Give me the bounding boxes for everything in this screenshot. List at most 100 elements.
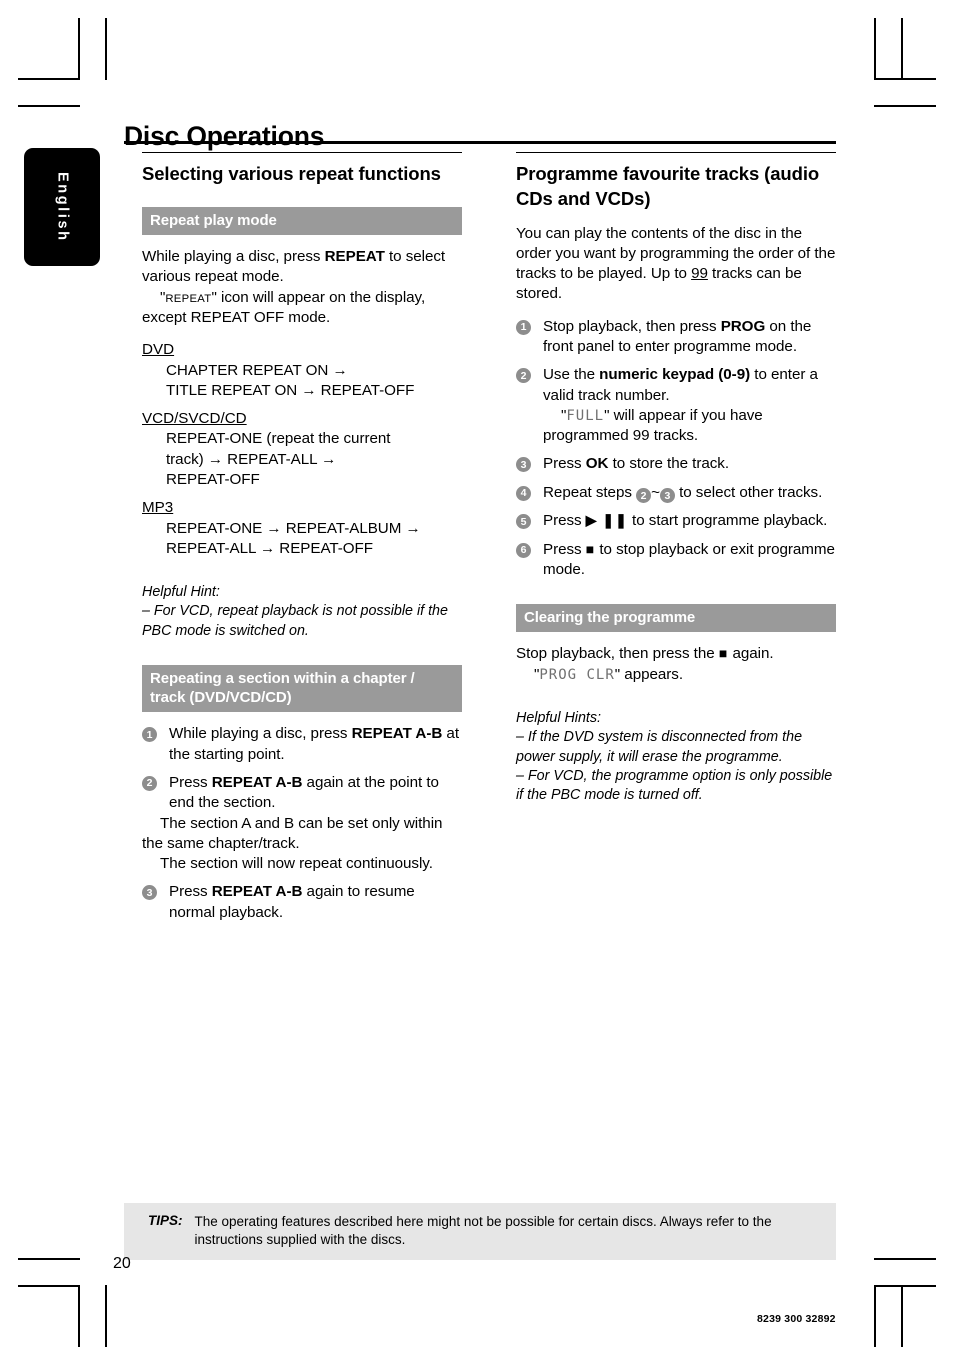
crop-mark-top-right-horizontal-2 xyxy=(874,105,936,107)
right-step-2-pre: Use the xyxy=(543,366,600,384)
step-number-badge: 6 xyxy=(516,542,531,558)
step-number-badge: 3 xyxy=(516,457,531,473)
crop-mark-top-right-horizontal xyxy=(874,78,936,80)
clearing-pre: Stop playback, then press the xyxy=(516,645,719,663)
clearing-display-post: " appears. xyxy=(614,665,683,683)
right-step-5-text: Press ▶ ❚❚ to start programme playback. xyxy=(543,511,836,531)
step-number-badge: 2 xyxy=(142,775,157,791)
right-step-5-post: to start programme playback. xyxy=(627,512,828,530)
right-hint-1: – If the DVD system is disconnected from… xyxy=(516,729,803,765)
disc-group-dvd-label: DVD xyxy=(142,341,175,359)
clearing-post: again. xyxy=(728,645,774,663)
tips-box: TIPS: The operating features described h… xyxy=(124,1203,836,1261)
max-tracks-value: 99 xyxy=(691,265,708,283)
step-reference-badge-b: 3 xyxy=(659,488,675,504)
step-range-separator: ~ xyxy=(651,483,660,501)
right-step-1-text: Stop playback, then press PROG on the fr… xyxy=(543,317,836,358)
left-step-1: 1 While playing a disc, press REPEAT A-B… xyxy=(142,724,462,765)
repeat-button-name: REPEAT xyxy=(324,248,385,266)
repeat-intro-paragraph-1: While playing a disc, press REPEAT to se… xyxy=(142,247,462,288)
left-step-2-bold: REPEAT A-B xyxy=(211,773,303,791)
disc-group-dvd: DVD CHAPTER REPEAT ON → TITLE REPEAT ON … xyxy=(142,340,462,401)
ok-button-name: OK xyxy=(585,455,609,473)
crop-mark-bottom-right-vertical-2 xyxy=(901,1285,903,1347)
repeat-intro-pre: While playing a disc, press xyxy=(142,248,325,266)
stop-icon: ■ xyxy=(585,540,596,557)
crop-mark-top-right-vertical-2 xyxy=(901,18,903,80)
left-column: Selecting various repeat functions Repea… xyxy=(142,152,462,923)
crop-mark-top-left-horizontal-2 xyxy=(18,105,80,107)
right-step-4-pre: Repeat steps xyxy=(543,483,637,501)
right-step-6: 6 Press ■ to stop playback or exit progr… xyxy=(516,540,836,581)
left-hint-body: – For VCD, repeat playback is not possib… xyxy=(142,603,448,639)
document-number: 8239 300 32892 xyxy=(757,1313,836,1325)
band-repeat-play-mode: Repeat play mode xyxy=(142,206,462,236)
left-column-top-rule xyxy=(142,152,462,154)
play-pause-icon: ▶ ❚❚ xyxy=(585,512,628,529)
repeat-intro-paragraph-2: "REPEAT" icon will appear on the display… xyxy=(142,288,462,329)
right-step-5-pre: Press xyxy=(543,512,586,530)
right-hint-2: – For VCD, the programme option is only … xyxy=(516,767,833,804)
left-step-1-bold: REPEAT A-B xyxy=(351,725,443,743)
crop-mark-bottom-left-horizontal xyxy=(18,1285,80,1287)
disc-group-mp3-line-1: REPEAT-ONE → REPEAT-ALBUM → xyxy=(166,519,421,537)
repeat-icon-label: REPEAT xyxy=(165,292,212,305)
disc-group-dvd-line-2: TITLE REPEAT ON → REPEAT-OFF xyxy=(166,381,415,399)
left-step-3-bold: REPEAT A-B xyxy=(211,883,303,901)
page-title: Disc Operations xyxy=(124,120,325,151)
step-number-badge: 3 xyxy=(142,885,157,901)
step-reference-badge-a: 2 xyxy=(636,488,652,504)
disc-group-dvd-line-1: CHAPTER REPEAT ON → xyxy=(166,361,348,379)
left-step-2-text: Press REPEAT A-B again at the point to e… xyxy=(169,773,462,814)
lcd-display-full: FULL xyxy=(566,407,605,424)
crop-mark-bottom-left-vertical-2 xyxy=(105,1285,107,1347)
clearing-instruction: Stop playback, then press the ■ again. xyxy=(516,644,836,664)
page-number: 20 xyxy=(113,1255,131,1272)
right-hint-title: Helpful Hints: xyxy=(516,710,602,727)
right-step-3-post: to store the track. xyxy=(608,455,729,473)
left-hint-title: Helpful Hint: xyxy=(142,584,220,601)
left-step-2-extra-1: The section A and B can be set only with… xyxy=(142,814,443,852)
prog-button-name: PROG xyxy=(720,317,766,335)
step-number-badge: 1 xyxy=(516,319,531,335)
crop-mark-top-right-vertical xyxy=(874,18,876,80)
band-clearing-the-programme: Clearing the programme xyxy=(516,604,836,633)
right-column: Programme favourite tracks (audio CDs an… xyxy=(516,152,836,806)
right-step-5: 5 Press ▶ ❚❚ to start programme playback… xyxy=(516,511,836,531)
left-step-2-extra-2: The section will now repeat continuously… xyxy=(160,855,433,873)
left-step-2-pre: Press xyxy=(169,773,212,791)
left-step-1-pre: While playing a disc, press xyxy=(169,725,352,743)
disc-group-mp3: MP3 REPEAT-ONE → REPEAT-ALBUM → REPEAT-A… xyxy=(142,498,462,559)
right-step-3: 3 Press OK to store the track. xyxy=(516,454,836,474)
crop-mark-bottom-left-vertical xyxy=(78,1285,80,1347)
disc-group-vcd-line-2: track) → REPEAT-ALL → xyxy=(166,450,337,468)
step-number-badge: 4 xyxy=(516,485,531,501)
disc-group-vcd: VCD/SVCD/CD REPEAT-ONE (repeat the curre… xyxy=(142,409,462,490)
left-step-3: 3 Press REPEAT A-B again to resume norma… xyxy=(142,882,462,923)
programme-intro: You can play the contents of the disc in… xyxy=(516,224,836,305)
right-step-6-text: Press ■ to stop playback or exit program… xyxy=(543,540,836,581)
step-number-badge: 2 xyxy=(516,368,531,384)
title-divider xyxy=(124,141,836,144)
lcd-display-prog-clr: PROG CLR xyxy=(539,666,615,683)
right-step-6-pre: Press xyxy=(543,540,586,558)
right-step-4: 4 Repeat steps 2 ~3 to select other track… xyxy=(516,483,836,504)
step-number-badge: 5 xyxy=(516,514,531,530)
language-tab: English xyxy=(24,148,100,266)
step-number-badge: 1 xyxy=(142,727,157,743)
disc-group-vcd-label: VCD/SVCD/CD xyxy=(142,410,247,428)
right-step-1-pre: Stop playback, then press xyxy=(543,317,721,335)
tips-text: The operating features described here mi… xyxy=(194,1214,772,1248)
right-step-3-text: Press OK to store the track. xyxy=(543,454,836,474)
tips-label: TIPS: xyxy=(148,1213,183,1228)
right-step-2-text: Use the numeric keypad (0-9) to enter a … xyxy=(543,365,836,406)
clearing-display-line: "PROG CLR" appears. xyxy=(516,665,836,685)
language-tab-label: English xyxy=(54,171,71,243)
crop-mark-top-left-vertical-2 xyxy=(105,18,107,80)
right-step-2: 2 Use the numeric keypad (0-9) to enter … xyxy=(516,365,836,446)
crop-mark-bottom-left-horizontal-2 xyxy=(18,1258,80,1260)
left-step-2: 2 Press REPEAT A-B again at the point to… xyxy=(142,773,462,814)
left-section-heading: Selecting various repeat functions xyxy=(142,163,441,185)
disc-group-mp3-line-2: REPEAT-ALL → REPEAT-OFF xyxy=(166,539,374,557)
right-step-3-pre: Press xyxy=(543,455,586,473)
